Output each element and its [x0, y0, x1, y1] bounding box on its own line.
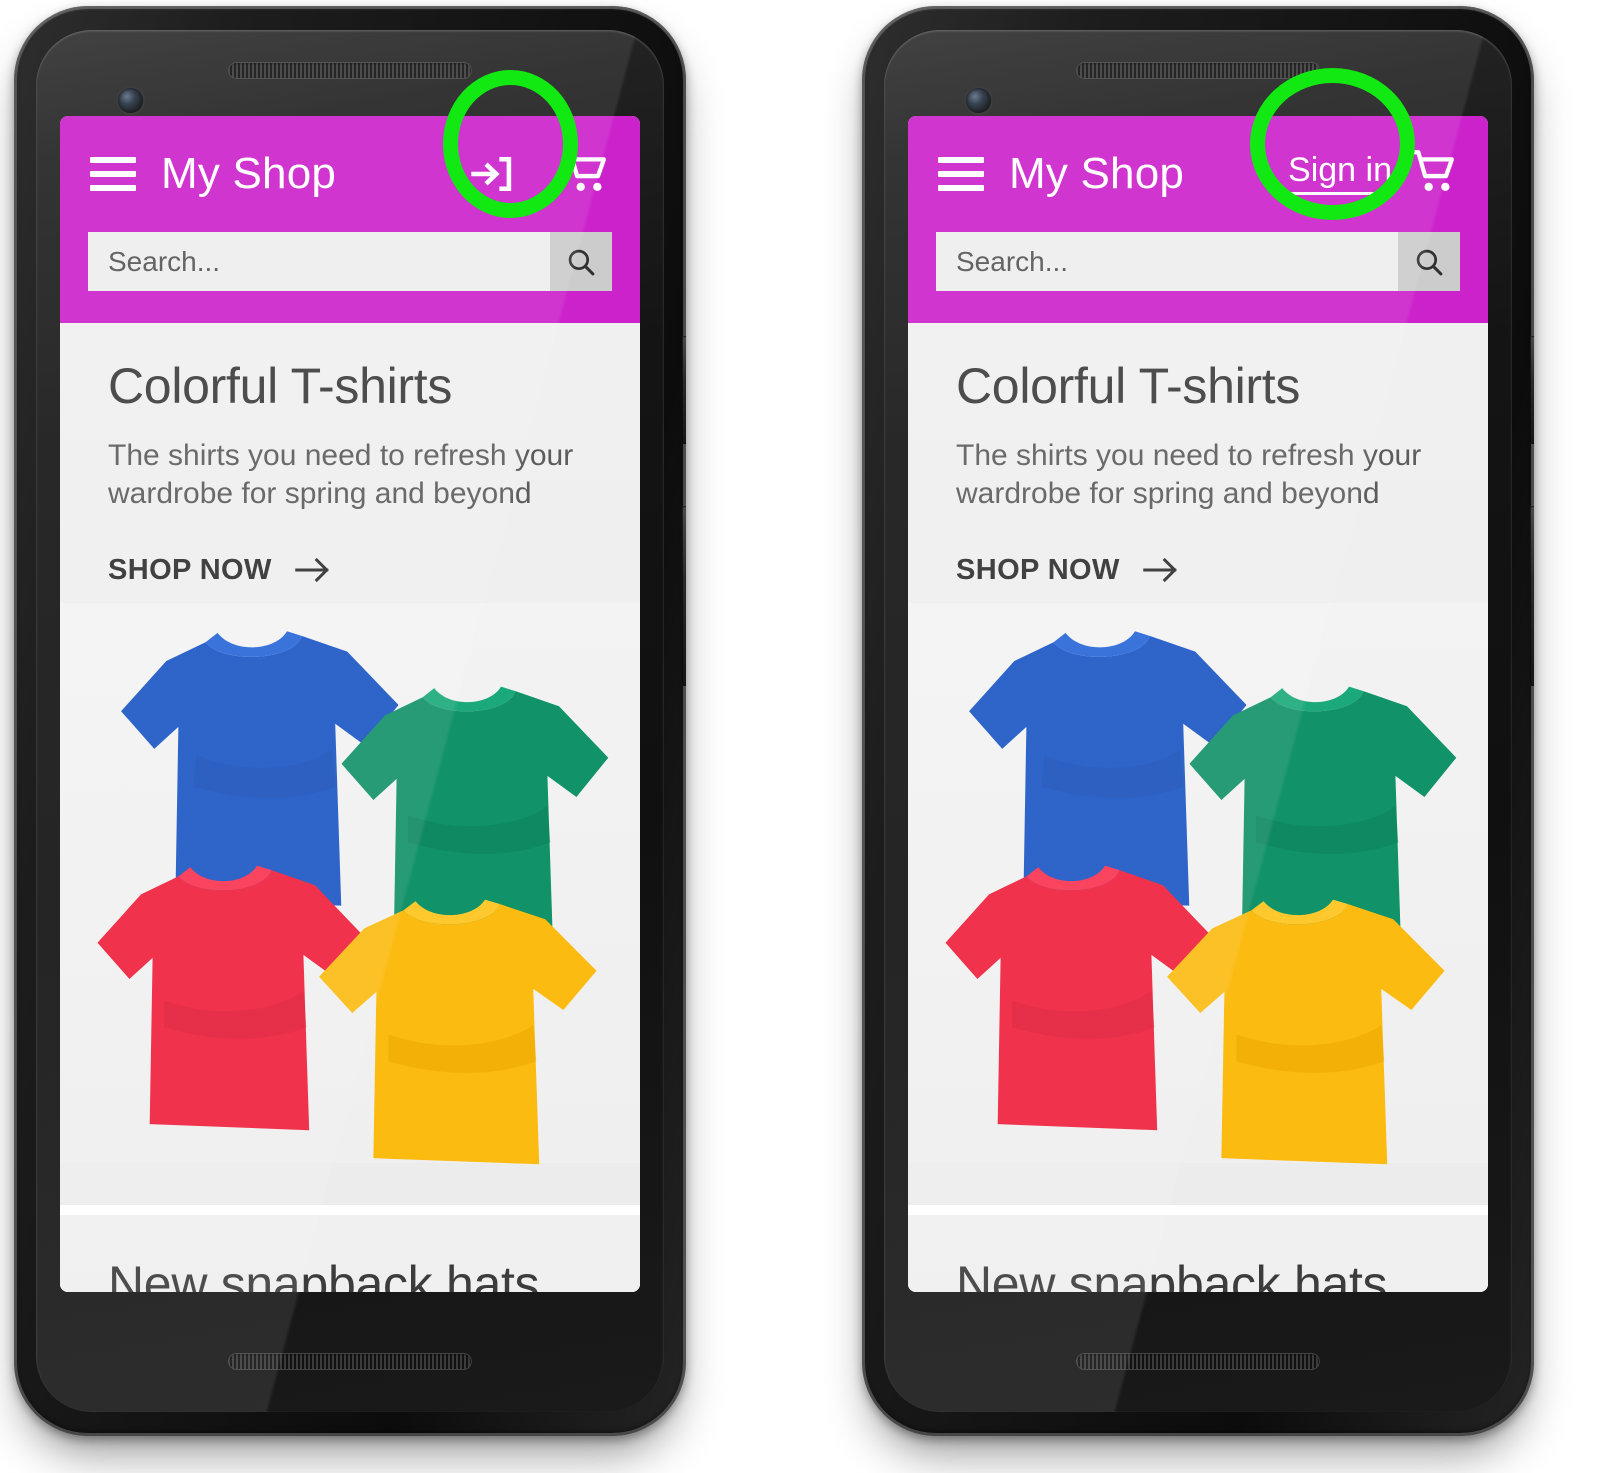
search-input[interactable]: [88, 232, 550, 291]
search-submit-button[interactable]: [1398, 232, 1460, 291]
app-bar-before: My Shop: [60, 116, 640, 323]
shop-now-label: SHOP NOW: [108, 553, 272, 586]
shopping-cart-icon[interactable]: [560, 145, 614, 204]
power-button[interactable]: [1530, 336, 1534, 444]
hamburger-menu-icon[interactable]: [90, 157, 136, 191]
phone-device-after: My Shop Sign in Search... Colorful T-shi…: [862, 6, 1534, 1436]
phone-screen-before: My Shop Search... Colorful T-shirts The …: [60, 116, 640, 1292]
four-colored-tshirts-photo: [60, 602, 640, 1165]
front-camera-icon: [118, 88, 143, 113]
arrow-right-icon: [1143, 558, 1177, 583]
app-title: My Shop: [161, 149, 337, 198]
card-title: New snapback hats: [108, 1256, 540, 1292]
shop-now-button[interactable]: SHOP NOW: [956, 554, 1180, 587]
search-icon: [1416, 249, 1443, 275]
page-content-after: Colorful T-shirts The shirts you need to…: [908, 323, 1488, 1292]
power-button[interactable]: [682, 336, 686, 444]
app-bar-after: My Shop Sign in: [908, 116, 1488, 323]
login-arrow-icon: [471, 156, 512, 192]
front-camera-icon: [966, 88, 991, 113]
card-body: The shirts you need to refresh your ward…: [956, 439, 1422, 511]
earpiece-speaker-icon: [1076, 62, 1320, 79]
search-box-after[interactable]: [936, 232, 1460, 291]
phone-device-before: My Shop Search... Colorful T-shirts The …: [14, 6, 686, 1436]
search-row-after: [908, 232, 1488, 291]
arrow-right-icon: [295, 558, 329, 583]
bottom-speaker-icon: [1076, 1353, 1320, 1370]
volume-button[interactable]: [682, 506, 686, 686]
sign-in-control-before[interactable]: [446, 139, 538, 209]
card-body: The shirts you need to refresh your ward…: [108, 439, 574, 511]
yellow-tshirt: [1152, 883, 1454, 1185]
shopping-cart-icon[interactable]: [1408, 145, 1462, 204]
card-colorful-tshirts[interactable]: Colorful T-shirts The shirts you need to…: [60, 323, 640, 1205]
card-title: Colorful T-shirts: [956, 358, 1301, 414]
search-row-before: [60, 232, 640, 291]
card-colorful-tshirts[interactable]: Colorful T-shirts The shirts you need to…: [908, 323, 1488, 1205]
shop-now-button[interactable]: SHOP NOW: [108, 554, 332, 587]
shop-now-label: SHOP NOW: [956, 553, 1120, 586]
page-content-before: Colorful T-shirts The shirts you need to…: [60, 323, 640, 1292]
comparison-screenshot: My Shop Search... Colorful T-shirts The …: [0, 0, 1600, 1473]
four-colored-tshirts-photo: [908, 602, 1488, 1165]
card-title: Colorful T-shirts: [108, 358, 453, 414]
card-snapback-hats[interactable]: New snapback hats Dashing, distinctive. …: [908, 1215, 1488, 1292]
phone-screen-after: My Shop Sign in Search... Colorful T-shi…: [908, 116, 1488, 1292]
earpiece-speaker-icon: [228, 62, 472, 79]
phone-glass-panel-after: My Shop Sign in Search... Colorful T-shi…: [884, 30, 1512, 1412]
hamburger-menu-icon[interactable]: [938, 157, 984, 191]
search-icon: [568, 249, 595, 275]
card-snapback-hats[interactable]: New snapback hats Dashing, distinctive. …: [60, 1215, 640, 1292]
yellow-tshirt: [304, 883, 606, 1185]
search-submit-button[interactable]: [550, 232, 612, 291]
app-title: My Shop: [1009, 149, 1185, 198]
search-input[interactable]: [936, 232, 1398, 291]
volume-button[interactable]: [1530, 506, 1534, 686]
phone-glass-panel-before: My Shop Search... Colorful T-shirts The …: [36, 30, 664, 1412]
card-title: New snapback hats: [956, 1256, 1388, 1292]
search-box-before[interactable]: [88, 232, 612, 291]
sign-in-control-after[interactable]: Sign in: [1288, 139, 1392, 209]
sign-in-label: Sign in: [1288, 153, 1392, 195]
bottom-speaker-icon: [228, 1353, 472, 1370]
